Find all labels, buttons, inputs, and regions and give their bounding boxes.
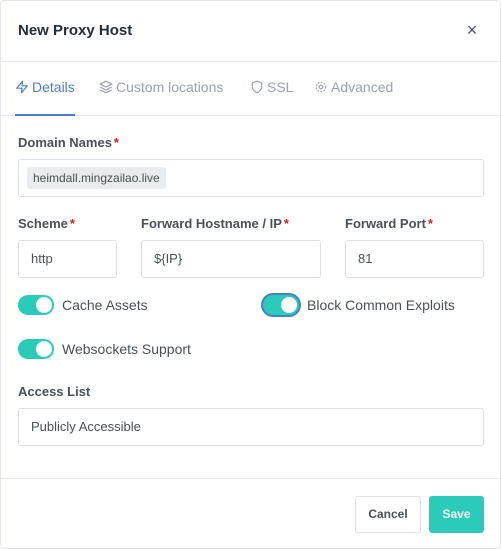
shield-icon: [251, 80, 263, 94]
tab-details[interactable]: Details: [15, 62, 75, 116]
modal-footer: Cancel Save: [1, 478, 500, 548]
cancel-button[interactable]: Cancel: [355, 496, 421, 533]
cache-assets-label: Cache Assets: [62, 297, 148, 313]
forward-hostname-input[interactable]: ${IP}: [141, 240, 321, 278]
scheme-label: Scheme *: [18, 216, 75, 231]
tab-custom-locations[interactable]: Custom locations: [99, 62, 223, 116]
toggle-knob: [281, 297, 297, 313]
layers-icon: [99, 80, 113, 94]
new-proxy-host-modal: New Proxy Host × Details Custom location…: [0, 0, 501, 549]
scheme-input[interactable]: http: [18, 240, 117, 278]
access-list-select[interactable]: Publicly Accessible: [18, 408, 484, 446]
access-list-label: Access List: [18, 384, 91, 399]
toggle-knob: [36, 297, 52, 313]
zap-icon: [16, 80, 28, 94]
domain-names-input[interactable]: heimdall.mingzailao.live: [18, 159, 484, 197]
tab-custom-locations-label: Custom locations: [116, 79, 224, 95]
forward-port-input[interactable]: 81: [345, 240, 484, 278]
tab-bar: Details Custom locations SSL Advanced: [1, 62, 500, 116]
close-icon[interactable]: ×: [464, 20, 480, 40]
cache-assets-toggle[interactable]: [18, 295, 54, 315]
required-mark: *: [283, 216, 289, 231]
tab-advanced[interactable]: Advanced: [314, 62, 393, 116]
domain-names-label: Domain Names *: [18, 135, 119, 150]
forward-port-label: Forward Port *: [345, 216, 433, 231]
domain-chip[interactable]: heimdall.mingzailao.live: [27, 167, 166, 189]
gear-icon: [315, 81, 327, 93]
modal-title: New Proxy Host: [18, 22, 133, 39]
save-button[interactable]: Save: [429, 496, 484, 533]
websockets-support-label: Websockets Support: [62, 341, 191, 357]
toggle-knob: [36, 341, 52, 357]
modal-header: New Proxy Host ×: [1, 1, 500, 62]
block-common-exploits-label: Block Common Exploits: [307, 297, 455, 313]
required-mark: *: [69, 216, 75, 231]
forward-hostname-label: Forward Hostname / IP *: [141, 216, 289, 231]
tab-advanced-label: Advanced: [331, 79, 394, 95]
tab-details-label: Details: [32, 79, 75, 95]
required-mark: *: [427, 216, 433, 231]
tab-ssl-label: SSL: [267, 79, 294, 95]
block-common-exploits-toggle[interactable]: [263, 295, 299, 315]
required-mark: *: [113, 135, 119, 150]
websockets-support-toggle[interactable]: [18, 339, 54, 359]
tab-ssl[interactable]: SSL: [250, 62, 293, 116]
